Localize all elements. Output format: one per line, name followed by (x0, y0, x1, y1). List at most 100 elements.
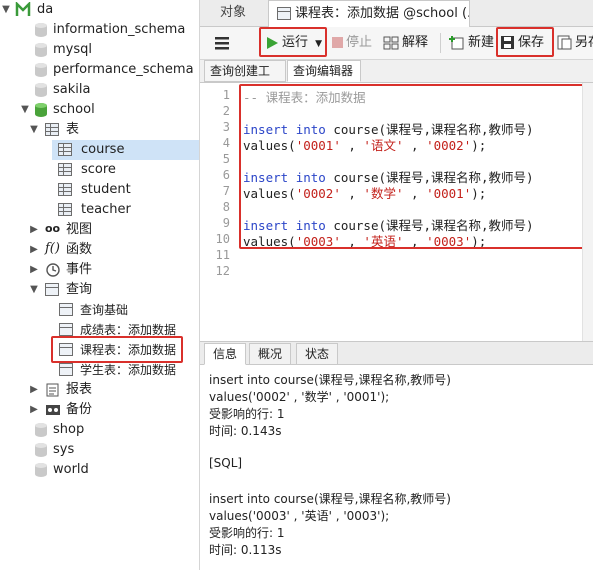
explain-label: 解释 (402, 35, 429, 50)
tree-item-db-performance-schema[interactable]: performance_schema (0, 60, 199, 80)
database-icon (35, 43, 47, 57)
tab-overview[interactable]: 概况 (249, 343, 292, 365)
tree-item-label: 报表 (66, 382, 93, 397)
highlight-box (239, 84, 584, 249)
tree-item-table-teacher[interactable]: teacher (52, 200, 199, 220)
tab-query-document[interactable]: 课程表：添加数据 @school (... (268, 0, 470, 27)
line-number: 7 (222, 184, 230, 198)
function-icon: f() (45, 241, 60, 256)
line-number: 8 (222, 200, 230, 214)
tree-item-label: information_schema (53, 22, 186, 37)
expand-toggle-icon[interactable]: ▼ (29, 120, 39, 140)
tree-item-table-student[interactable]: student (52, 180, 199, 200)
tab-info[interactable]: 信息 (204, 343, 247, 365)
save-as-button[interactable]: 另存 (557, 31, 593, 55)
tree-item-label: sys (53, 442, 75, 457)
query-icon (277, 7, 291, 20)
new-query-icon (449, 35, 464, 49)
database-icon (35, 463, 47, 477)
tab-status[interactable]: 状态 (296, 343, 339, 365)
tree-item-label: performance_schema (53, 62, 194, 77)
highlight-box (51, 336, 183, 363)
new-button[interactable]: 新建 (449, 31, 494, 55)
expand-toggle-icon[interactable]: ▼ (20, 100, 30, 120)
tree-item-db-shop[interactable]: shop (0, 420, 199, 440)
tree-item-label: 查询基础 (80, 303, 129, 317)
tree-item-db-information-schema[interactable]: information_schema (0, 20, 199, 40)
query-icon (59, 363, 73, 376)
save-as-label: 另存 (575, 35, 593, 50)
tree-item-queries[interactable]: ▼ 查询 (0, 280, 199, 300)
tree-item-label: sakila (53, 82, 91, 97)
report-icon (45, 382, 61, 398)
database-icon (35, 83, 47, 97)
tree-item-label: shop (53, 422, 85, 437)
tree-item-label: world (53, 462, 89, 477)
explain-button[interactable]: 解释 (383, 31, 428, 55)
collapse-toggle-icon[interactable]: ▶ (29, 380, 39, 400)
tree-item-table-course[interactable]: course (52, 140, 199, 160)
line-number: 10 (215, 232, 230, 246)
menu-button[interactable] (214, 31, 230, 55)
tab-objects[interactable]: 对象 (200, 0, 266, 26)
queries-folder-icon (45, 283, 59, 296)
output-line: 时间: 0.113s (209, 543, 282, 557)
tree-item-label: student (81, 182, 131, 197)
tab-query-builder[interactable]: 查询创建工具 (204, 60, 286, 99)
tree-item-label: teacher (81, 202, 131, 217)
tree-item-reports[interactable]: ▶ 报表 (0, 380, 199, 400)
stop-button[interactable]: 停止 (332, 31, 372, 55)
clock-icon (45, 262, 61, 278)
tree-item-label: school (53, 102, 95, 117)
tree-item-functions[interactable]: ▶ f() 函数 (0, 240, 199, 260)
tree-item-label: 表 (66, 122, 80, 137)
output-line: values('0002' , '数学' , '0001'); (209, 390, 390, 404)
collapse-toggle-icon[interactable]: ▶ (29, 240, 39, 260)
tree-item-label: mysql (53, 42, 92, 57)
line-number: 5 (222, 152, 230, 166)
expand-toggle-icon[interactable]: ▼ (29, 280, 39, 300)
tree-item-events[interactable]: ▶ 事件 (0, 260, 199, 280)
expand-toggle-icon[interactable]: ▼ (1, 0, 11, 20)
sql-editor[interactable]: 1 2 3 4 5 6 7 8 9 10 11 12 -- 课程表：添加数据 i… (200, 83, 593, 341)
hamburger-icon (215, 36, 229, 49)
tree-item-table-score[interactable]: score (52, 160, 199, 180)
tree-item-backups[interactable]: ▶ 备份 (0, 400, 199, 420)
tree-item-db-mysql[interactable]: mysql (0, 40, 199, 60)
tables-folder-icon (45, 123, 59, 136)
tree-item-views[interactable]: ▶ oo 视图 (0, 220, 199, 240)
database-icon (35, 443, 47, 457)
tree-item-tables[interactable]: ▼ 表 (0, 120, 199, 140)
new-label: 新建 (468, 35, 495, 50)
save-as-icon (557, 35, 572, 50)
tab-query-editor[interactable]: 查询编辑器 (287, 60, 361, 82)
tree-item-label: 视图 (66, 222, 93, 237)
document-tab-bar: 对象 课程表：添加数据 @school (... (200, 0, 593, 27)
line-number: 11 (215, 248, 230, 262)
tree-item-db-world[interactable]: world (0, 460, 199, 480)
output-line: 受影响的行: 1 (209, 407, 285, 421)
database-icon (35, 23, 47, 37)
output-line: insert into course(课程号,课程名称,教师号) (209, 492, 451, 506)
toolbar-divider (440, 33, 441, 53)
tree-item-db-school[interactable]: ▼ school (0, 100, 199, 120)
collapse-toggle-icon[interactable]: ▶ (29, 400, 39, 420)
tree-item-db-sakila[interactable]: sakila (0, 80, 199, 100)
table-icon (58, 183, 72, 196)
output-line: insert into course(课程号,课程名称,教师号) (209, 373, 451, 387)
result-tab-bar: 信息 概况 状态 (200, 341, 593, 365)
query-toolbar: 运行 ▼ 停止 解释 新建 保存 另存 (200, 27, 593, 60)
tree-item-connection[interactable]: ▼ da (0, 0, 199, 20)
tree-item-query-basics[interactable]: 查询基础 (57, 300, 199, 320)
tree-item-query-student-insert[interactable]: 学生表：添加数据 (57, 360, 199, 380)
tree-item-label: course (81, 142, 125, 157)
connection-icon (15, 0, 31, 18)
editor-scrollbar[interactable] (582, 83, 593, 341)
tree-item-db-sys[interactable]: sys (0, 440, 199, 460)
output-line: 受影响的行: 1 (209, 526, 285, 540)
collapse-toggle-icon[interactable]: ▶ (29, 260, 39, 280)
collapse-toggle-icon[interactable]: ▶ (29, 220, 39, 240)
line-number: 6 (222, 168, 230, 182)
highlight-box (259, 27, 327, 57)
query-icon (59, 303, 73, 316)
